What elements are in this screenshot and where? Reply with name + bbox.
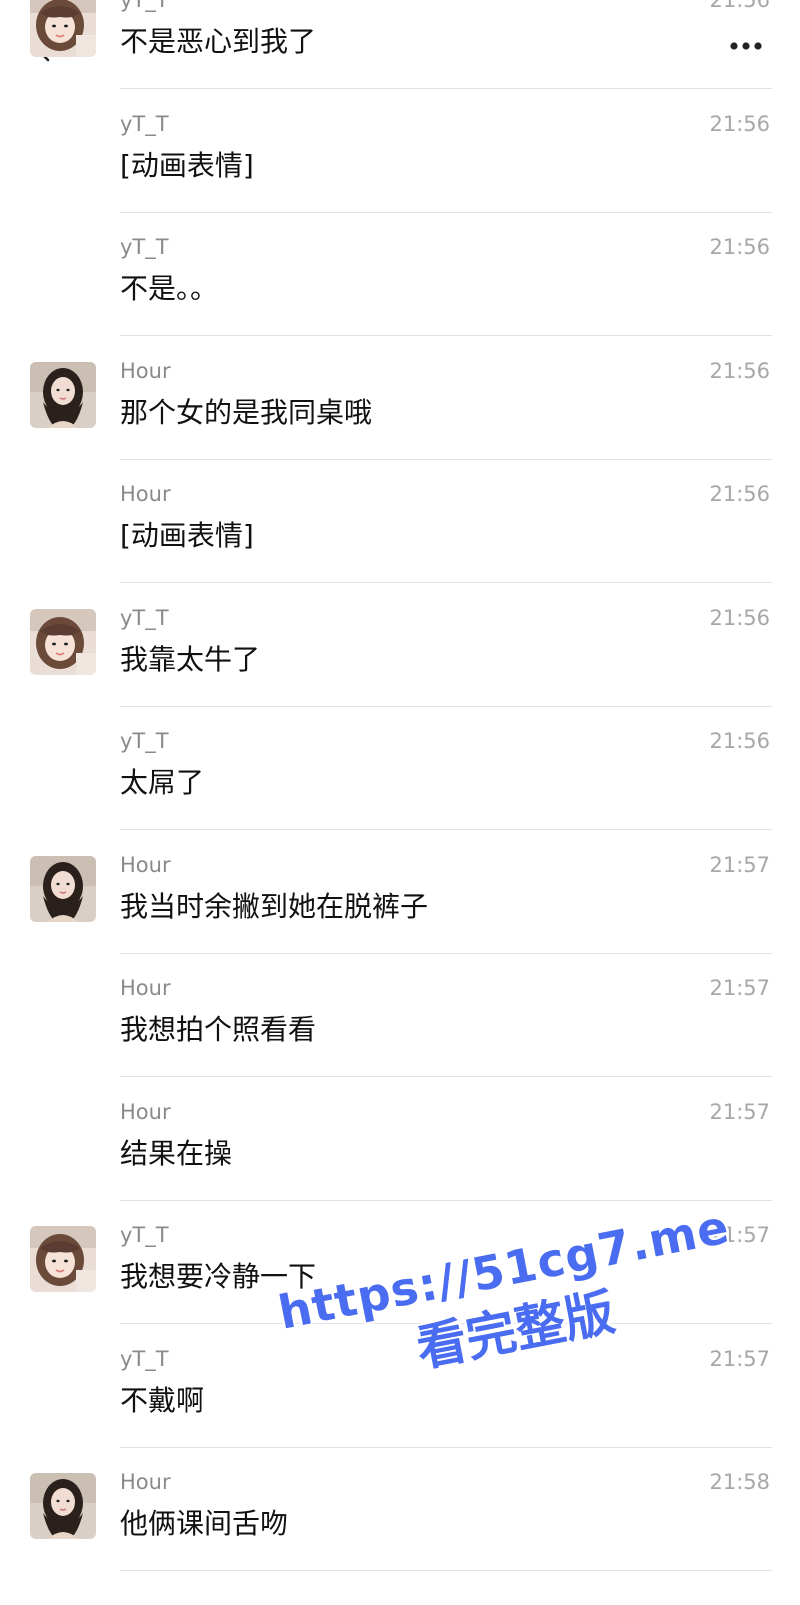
avatar[interactable]: [30, 0, 96, 57]
message-text[interactable]: 我想拍个照看看: [120, 1011, 316, 1049]
message-time: 21:56: [709, 0, 770, 12]
message-item: yT_T 21:56 太屌了: [0, 704, 800, 830]
message-text[interactable]: 不是恶心到我了: [120, 23, 316, 61]
message-time: 21:57: [709, 1346, 770, 1371]
message-item: Hour 21:57 我想拍个照看看: [0, 951, 800, 1077]
message-time: 21:56: [709, 729, 770, 753]
message-time: 21:57: [709, 976, 770, 1000]
sender-name: Hour: [120, 976, 171, 1000]
message-text[interactable]: 我靠太牛了: [120, 641, 260, 679]
message-text[interactable]: 那个女的是我同桌哦: [120, 394, 372, 432]
message-time: 21:57: [709, 1223, 770, 1247]
sender-name: Hour: [120, 1470, 171, 1494]
avatar[interactable]: [30, 361, 96, 428]
sender-name: yT_T: [120, 1223, 169, 1247]
message-time: 21:56: [709, 358, 770, 383]
message-item: Hour 21:57 我当时余撇到她在脱裤子: [0, 828, 800, 954]
message-divider: [120, 1570, 772, 1571]
sender-name: yT_T: [120, 729, 169, 753]
sender-name: Hour: [120, 482, 171, 506]
message-item: yT_T 21:56 不是恶心到我了: [0, 0, 800, 89]
sender-name: Hour: [120, 358, 171, 383]
avatar[interactable]: [30, 1226, 96, 1292]
message-text[interactable]: 我想要冷静一下: [120, 1258, 316, 1296]
message-item: yT_T 21:56 我靠太牛了: [0, 581, 800, 707]
sender-name: yT_T: [120, 0, 169, 12]
message-time: 21:56: [709, 111, 770, 136]
sender-name: yT_T: [120, 111, 169, 136]
message-item: Hour 21:58 他俩课间舌吻: [0, 1445, 800, 1571]
message-time: 21:57: [709, 852, 770, 877]
sender-name: yT_T: [120, 1346, 169, 1371]
message-time: 21:58: [709, 1470, 770, 1494]
message-item: Hour 21:56 [动画表情]: [0, 457, 800, 583]
avatar[interactable]: [30, 608, 96, 675]
message-item: Hour 21:56 那个女的是我同桌哦: [0, 334, 800, 460]
chat-history-page: yT_T 21:56 不是恶心到我了 yT_T 21:56 [动画表情] yT_…: [0, 0, 800, 1605]
message-item: yT_T 21:57 不戴啊: [0, 1322, 800, 1448]
message-text[interactable]: [动画表情]: [120, 517, 254, 555]
message-time: 21:56: [709, 235, 770, 259]
message-time: 21:56: [709, 605, 770, 630]
message-item: yT_T 21:56 [动画表情]: [0, 87, 800, 213]
message-text[interactable]: [动画表情]: [120, 147, 254, 185]
message-text[interactable]: 太屌了: [120, 764, 204, 802]
sender-name: yT_T: [120, 235, 169, 259]
message-time: 21:56: [709, 482, 770, 506]
message-text[interactable]: 我当时余撇到她在脱裤子: [120, 888, 428, 926]
message-item: yT_T 21:57 我想要冷静一下: [0, 1198, 800, 1324]
sender-name: Hour: [120, 1099, 171, 1124]
message-text[interactable]: 不戴啊: [120, 1382, 204, 1420]
message-item: yT_T 21:56 不是。。: [0, 210, 800, 336]
message-time: 21:57: [709, 1099, 770, 1124]
sender-name: Hour: [120, 852, 171, 877]
message-text[interactable]: 他俩课间舌吻: [120, 1505, 288, 1543]
avatar[interactable]: [30, 1473, 96, 1539]
message-item: Hour 21:57 结果在操: [0, 1075, 800, 1201]
avatar[interactable]: [30, 855, 96, 922]
sender-name: yT_T: [120, 605, 169, 630]
message-text[interactable]: 结果在操: [120, 1135, 232, 1173]
message-text[interactable]: 不是。。: [120, 270, 218, 308]
